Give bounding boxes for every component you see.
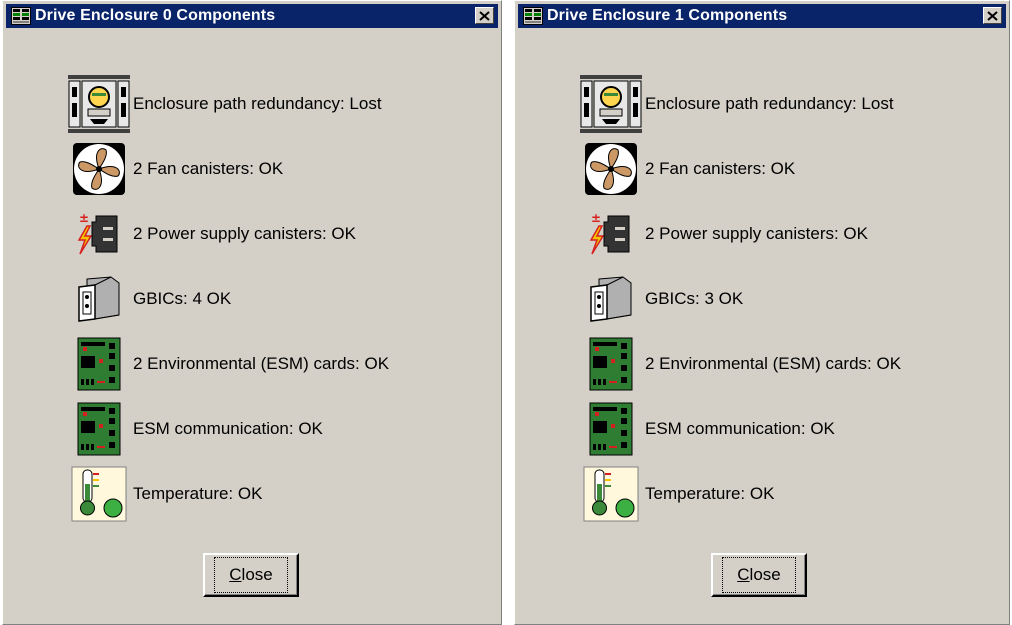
esm-card-icon — [67, 335, 131, 393]
item-label: Temperature: OK — [133, 483, 263, 503]
enclosure-path-icon — [67, 74, 131, 133]
close-label: lose — [749, 565, 781, 584]
close-button[interactable]: Close — [203, 553, 299, 597]
esm-card-icon — [67, 400, 131, 458]
item-label: Enclosure path redundancy: Lost — [133, 93, 382, 113]
list-item: ESM communication: OK — [67, 396, 389, 461]
svg-text:±: ± — [591, 212, 601, 225]
title-bar: Drive Enclosure 0 Components — [6, 4, 498, 28]
drive-enclosure-0-window: Drive Enclosure 0 Components Enclosure p… — [2, 0, 502, 625]
title-close-button[interactable] — [475, 7, 494, 24]
list-item: Temperature: OK — [67, 461, 389, 526]
thermometer-icon — [67, 465, 131, 523]
item-label: Temperature: OK — [645, 483, 775, 503]
item-label: 2 Power supply canisters: OK — [133, 223, 356, 243]
enclosure-app-icon — [11, 7, 31, 25]
svg-text:±: ± — [79, 212, 89, 225]
component-list: Enclosure path redundancy: Lost 2 Fan ca… — [579, 71, 901, 526]
close-label: lose — [241, 565, 273, 584]
list-item: 2 Environmental (ESM) cards: OK — [579, 331, 901, 396]
list-item: ± 2 Power supply canisters: OK — [67, 201, 389, 266]
esm-card-icon — [579, 335, 643, 393]
component-list: Enclosure path redundancy: Lost 2 Fan ca… — [67, 71, 389, 526]
enclosure-app-icon — [523, 7, 543, 25]
gbic-icon — [67, 270, 131, 328]
item-label: GBICs: 3 OK — [645, 288, 744, 308]
item-label: GBICs: 4 OK — [133, 288, 232, 308]
item-label: 2 Fan canisters: OK — [133, 158, 284, 178]
title-close-button[interactable] — [983, 7, 1002, 24]
list-item: GBICs: 4 OK — [67, 266, 389, 331]
list-item: GBICs: 3 OK — [579, 266, 901, 331]
fan-icon — [67, 140, 131, 198]
close-mnemonic: C — [229, 565, 242, 584]
close-button[interactable]: Close — [711, 553, 807, 597]
window-title: Drive Enclosure 0 Components — [35, 7, 276, 24]
enclosure-path-icon — [579, 74, 643, 133]
item-label: 2 Environmental (ESM) cards: OK — [645, 353, 902, 373]
power-supply-icon: ± — [67, 205, 131, 263]
item-label: Enclosure path redundancy: Lost — [645, 93, 894, 113]
list-item: 2 Fan canisters: OK — [579, 136, 901, 201]
item-label: ESM communication: OK — [133, 418, 323, 438]
esm-card-icon — [579, 400, 643, 458]
list-item: 2 Fan canisters: OK — [67, 136, 389, 201]
power-supply-icon: ± — [579, 205, 643, 263]
drive-enclosure-1-window: Drive Enclosure 1 Components Enclosure p… — [514, 0, 1010, 625]
item-label: ESM communication: OK — [645, 418, 835, 438]
thermometer-icon — [579, 465, 643, 523]
list-item: 2 Environmental (ESM) cards: OK — [67, 331, 389, 396]
item-label: 2 Fan canisters: OK — [645, 158, 796, 178]
list-item: ± 2 Power supply canisters: OK — [579, 201, 901, 266]
item-label: 2 Environmental (ESM) cards: OK — [133, 353, 390, 373]
close-icon — [479, 10, 490, 21]
fan-icon — [579, 140, 643, 198]
item-label: 2 Power supply canisters: OK — [645, 223, 868, 243]
title-bar: Drive Enclosure 1 Components — [518, 4, 1006, 28]
gbic-icon — [579, 270, 643, 328]
list-item: ESM communication: OK — [579, 396, 901, 461]
window-title: Drive Enclosure 1 Components — [547, 7, 788, 24]
list-item: Temperature: OK — [579, 461, 901, 526]
close-icon — [987, 10, 998, 21]
list-item: Enclosure path redundancy: Lost — [67, 71, 389, 136]
list-item: Enclosure path redundancy: Lost — [579, 71, 901, 136]
close-mnemonic: C — [737, 565, 750, 584]
